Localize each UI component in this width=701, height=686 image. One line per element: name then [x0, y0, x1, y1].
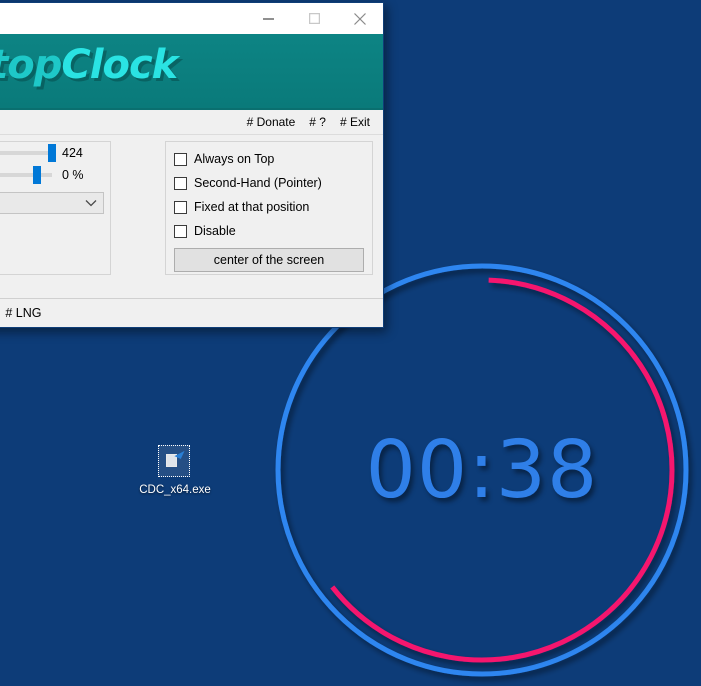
checkbox-fixed-position-label: Fixed at that position: [194, 200, 309, 214]
size-slider-row[interactable]: 424: [0, 142, 110, 164]
chevron-down-icon: [85, 196, 97, 210]
banner-text-part-3: Clock: [61, 42, 177, 88]
maximize-button[interactable]: [291, 3, 337, 34]
checkbox-always-on-top-box[interactable]: [174, 153, 187, 166]
transparency-slider-thumb[interactable]: [33, 166, 41, 184]
language-button[interactable]: # LNG: [0, 306, 49, 320]
checkbox-second-hand-label: Second-Hand (Pointer): [194, 176, 322, 190]
desktop-background: CDC_x64.exe 00:38: [0, 0, 701, 686]
checkbox-second-hand[interactable]: Second-Hand (Pointer): [174, 172, 364, 194]
window-titlebar[interactable]: [0, 3, 383, 34]
color-swatch-row[interactable]: x: [0, 214, 110, 244]
app-menubar[interactable]: # Donate # ? # Exit: [0, 110, 383, 135]
checkbox-always-on-top-label: Always on Top: [194, 152, 274, 166]
transparency-slider-value: 0 %: [62, 168, 104, 182]
appearance-settings-group: 424 0 % 12: [0, 141, 111, 275]
window-content: 424 0 % 12: [0, 135, 383, 300]
transparency-slider-row[interactable]: 0 %: [0, 164, 110, 186]
size-slider-value: 424: [62, 146, 104, 160]
checkbox-second-hand-box[interactable]: [174, 177, 187, 190]
desktop-icon-label: CDC_x64.exe: [139, 483, 211, 497]
window-statusbar: www.SoftwareOK.com # LNG: [0, 298, 383, 327]
executable-file-icon: [158, 445, 192, 479]
size-slider-thumb[interactable]: [48, 144, 56, 162]
banner-text-part-2: Desktop: [0, 42, 61, 88]
app-banner: icDesktopClock: [0, 34, 383, 110]
options-group: Always on Top Second-Hand (Pointer) Fixe…: [165, 141, 373, 275]
checkbox-fixed-position-box[interactable]: [174, 201, 187, 214]
hour-format-dropdown[interactable]: 12: [0, 192, 104, 214]
menu-donate[interactable]: # Donate: [240, 113, 303, 131]
desktop-icon-cdc-x64[interactable]: CDC_x64.exe: [139, 445, 211, 497]
checkbox-always-on-top[interactable]: Always on Top: [174, 148, 364, 170]
checkbox-disable[interactable]: Disable: [174, 220, 364, 242]
minimize-button[interactable]: [245, 3, 291, 34]
size-slider-track[interactable]: [0, 151, 52, 155]
app-banner-title: icDesktopClock: [0, 42, 177, 88]
checkbox-disable-label: Disable: [194, 224, 236, 238]
close-button[interactable]: [337, 3, 383, 34]
classic-desktop-clock-window[interactable]: icDesktopClock # Donate # ? # Exit 424: [0, 2, 384, 328]
theme-label: Windows: [0, 244, 110, 264]
checkbox-disable-box[interactable]: [174, 225, 187, 238]
transparency-slider-track[interactable]: [0, 173, 52, 177]
menu-exit[interactable]: # Exit: [333, 113, 377, 131]
checkbox-fixed-position[interactable]: Fixed at that position: [174, 196, 364, 218]
center-of-screen-button[interactable]: center of the screen: [174, 248, 364, 272]
menu-help[interactable]: # ?: [302, 113, 333, 131]
clock-progress-arc: [332, 280, 672, 660]
